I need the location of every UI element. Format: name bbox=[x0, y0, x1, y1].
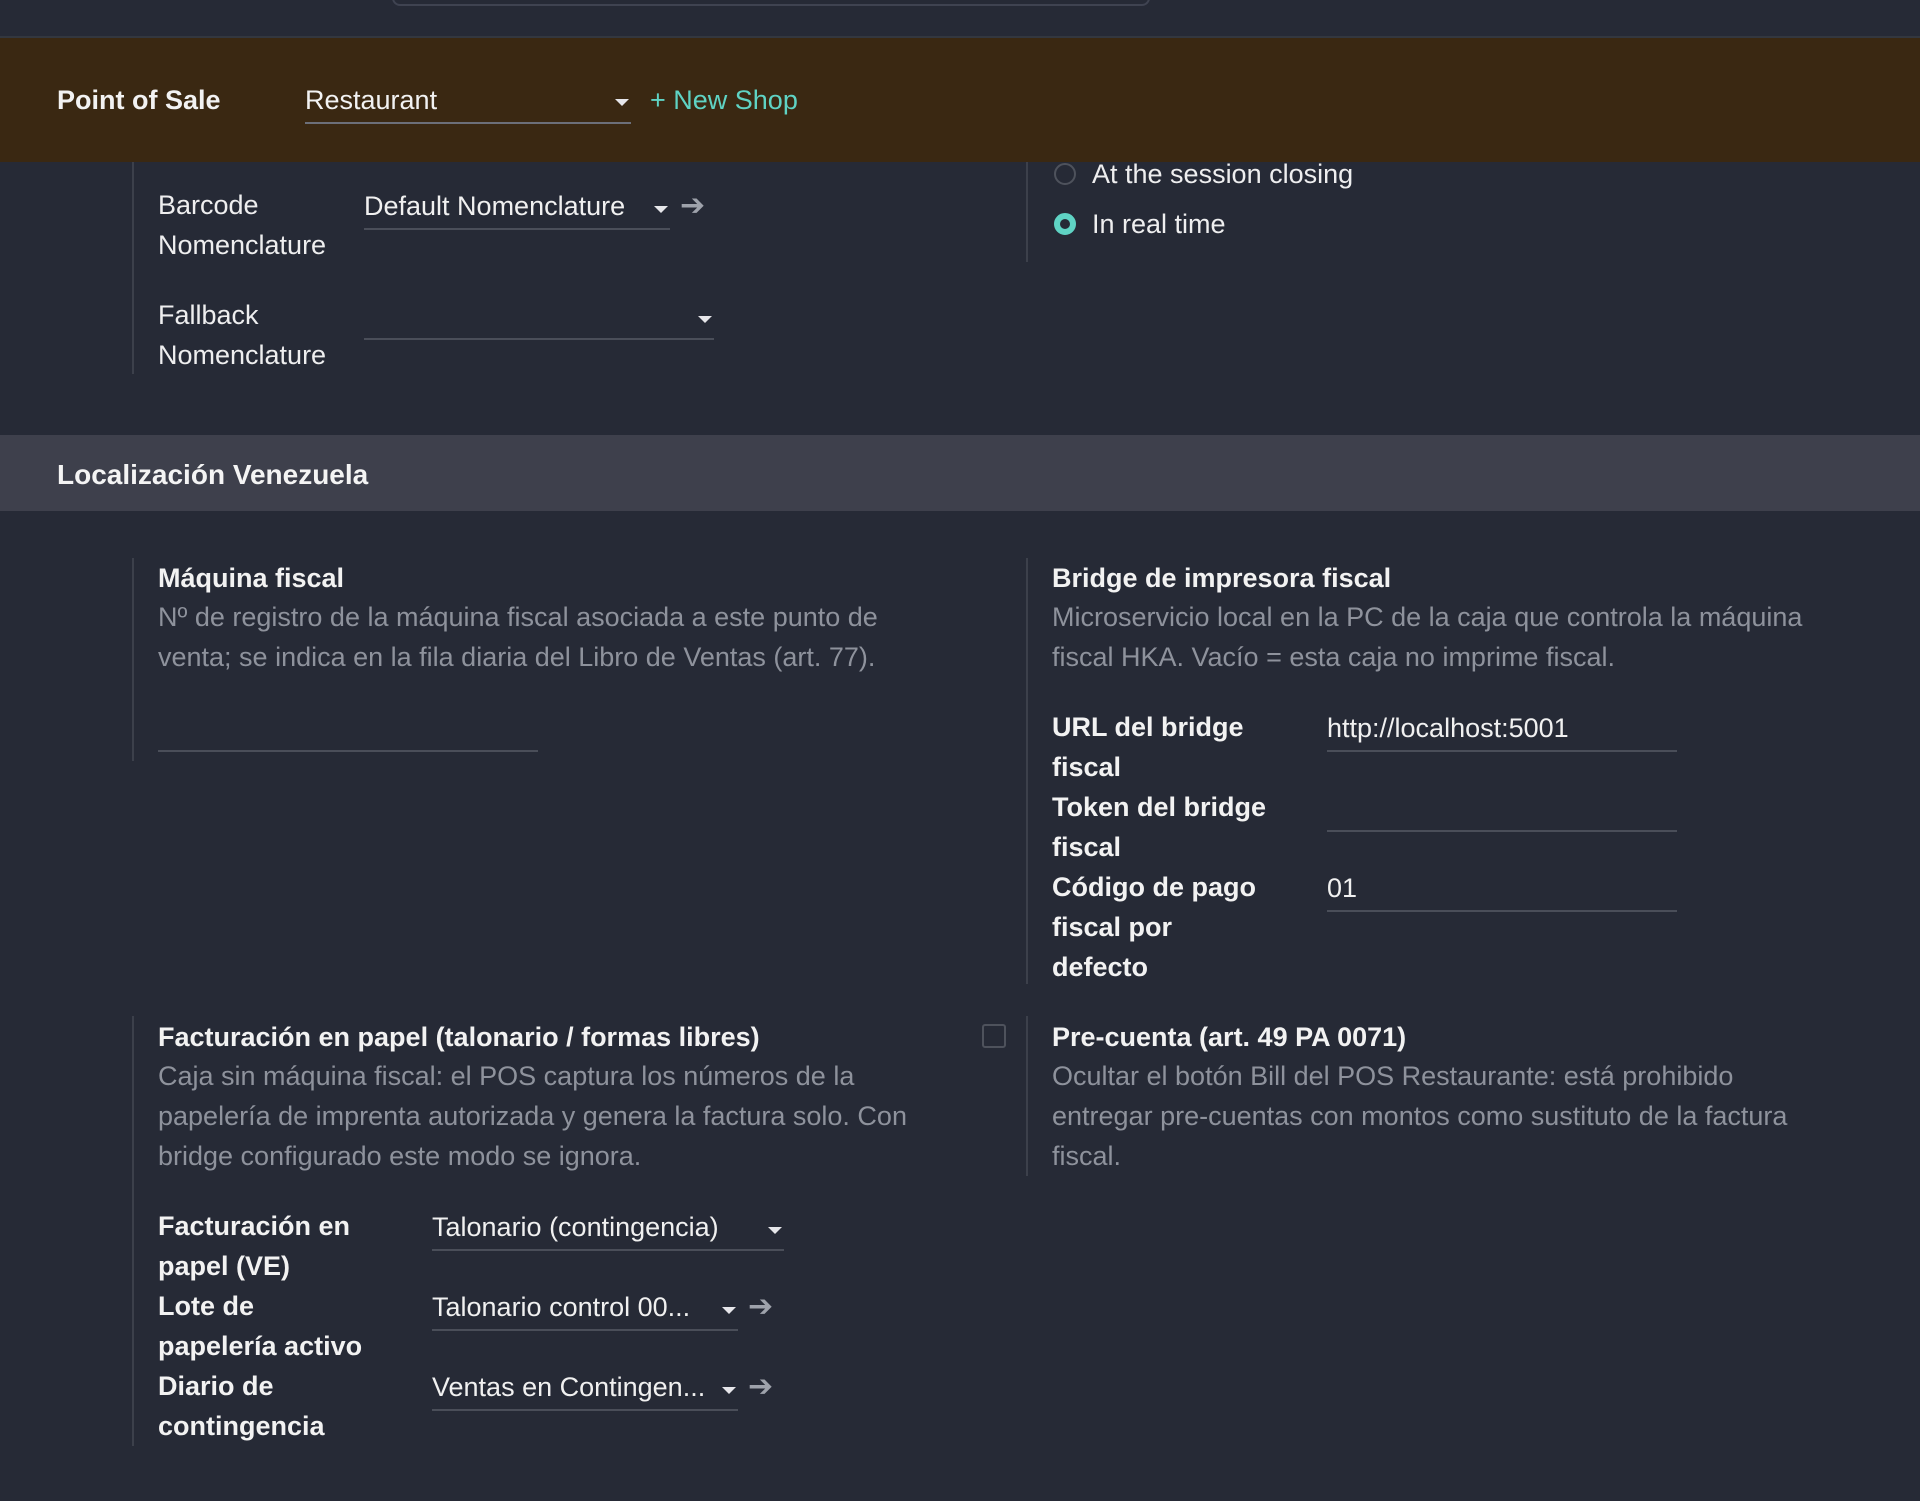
setting-divider bbox=[132, 162, 134, 374]
fact-papel-value: Talonario (contingencia) bbox=[432, 1212, 719, 1242]
bridge-token-input[interactable] bbox=[1327, 788, 1677, 832]
lote-value: Talonario control 00... bbox=[432, 1292, 691, 1322]
diario-label: Diario de bbox=[158, 1371, 274, 1401]
payment-code-label-2: fiscal por bbox=[1052, 912, 1173, 942]
bridge-token-label-2: fiscal bbox=[1052, 832, 1122, 862]
setting-divider bbox=[1026, 1016, 1028, 1176]
radio-session-closing-label: At the session closing bbox=[1092, 159, 1354, 189]
setting-divider bbox=[1026, 558, 1028, 984]
caret-down-icon bbox=[722, 1307, 736, 1314]
caret-down-icon bbox=[722, 1387, 736, 1394]
lote-label-2: papelería activo bbox=[158, 1331, 363, 1361]
precuenta-title: Pre-cuenta (art. 49 PA 0071) bbox=[1052, 1022, 1407, 1052]
fact-papel-label-2: papel (VE) bbox=[158, 1251, 291, 1281]
maquina-fiscal-input[interactable] bbox=[158, 708, 538, 752]
caret-down-icon bbox=[768, 1227, 782, 1234]
caret-down-icon bbox=[615, 99, 629, 106]
bridge-desc: Microservicio local en la PC de la caja … bbox=[1052, 602, 1803, 632]
precuenta-desc-3: fiscal. bbox=[1052, 1141, 1122, 1171]
setting-divider bbox=[132, 558, 134, 761]
caret-down-icon bbox=[698, 316, 712, 323]
radio-real-time-label: In real time bbox=[1092, 209, 1226, 239]
papel-desc-2: papelería de imprenta autorizada y gener… bbox=[158, 1101, 907, 1131]
payment-code-label: Código de pago bbox=[1052, 872, 1256, 902]
pos-header-bar bbox=[0, 38, 1920, 162]
arrow-right-icon[interactable]: ➔ bbox=[748, 1287, 773, 1327]
arrow-right-icon[interactable]: ➔ bbox=[680, 186, 705, 226]
lote-label: Lote de bbox=[158, 1291, 255, 1321]
setting-divider bbox=[1026, 162, 1028, 262]
shop-select[interactable]: Restaurant bbox=[305, 80, 631, 124]
barcode-nomenclature-value: Default Nomenclature bbox=[364, 191, 626, 221]
papel-desc-3: bridge configurado este modo se ignora. bbox=[158, 1141, 642, 1171]
bridge-url-label: URL del bridge bbox=[1052, 712, 1244, 742]
top-search-input-edge bbox=[392, 0, 1150, 6]
papel-desc: Caja sin máquina fiscal: el POS captura … bbox=[158, 1061, 855, 1091]
bridge-desc-2: fiscal HKA. Vacío = esta caja no imprime… bbox=[1052, 642, 1615, 672]
maquina-fiscal-desc-2: venta; se indica en la fila diaria del L… bbox=[158, 642, 876, 672]
caret-down-icon bbox=[654, 206, 668, 213]
diario-value: Ventas en Contingen... bbox=[432, 1372, 706, 1402]
fallback-nomenclature-select[interactable] bbox=[364, 296, 714, 340]
new-shop-button[interactable]: + New Shop bbox=[650, 80, 798, 120]
barcode-nomenclature-select[interactable]: Default Nomenclature bbox=[364, 186, 670, 230]
bridge-url-label-2: fiscal bbox=[1052, 752, 1122, 782]
maquina-fiscal-desc: Nº de registro de la máquina fiscal asoc… bbox=[158, 602, 878, 632]
diario-select[interactable]: Ventas en Contingen... bbox=[432, 1367, 738, 1411]
precuenta-desc-2: entregar pre-cuentas con montos como sus… bbox=[1052, 1101, 1788, 1131]
barcode-label: Barcode bbox=[158, 190, 259, 220]
diario-label-2: contingencia bbox=[158, 1411, 325, 1441]
papel-title: Facturación en papel (talonario / formas… bbox=[158, 1022, 760, 1052]
fact-papel-label: Facturación en bbox=[158, 1211, 351, 1241]
fallback-label: Fallback bbox=[158, 300, 259, 330]
fallback-label-2: Nomenclature bbox=[158, 340, 327, 370]
payment-code-label-3: defecto bbox=[1052, 952, 1149, 982]
page-title: Point of Sale bbox=[57, 85, 221, 115]
barcode-label-2: Nomenclature bbox=[158, 230, 327, 260]
payment-code-input[interactable]: 01 bbox=[1327, 868, 1677, 912]
fact-papel-select[interactable]: Talonario (contingencia) bbox=[432, 1207, 784, 1251]
bridge-url-input[interactable]: http://localhost:5001 bbox=[1327, 708, 1677, 752]
shop-select-value: Restaurant bbox=[305, 85, 438, 115]
radio-session-closing[interactable] bbox=[1054, 163, 1076, 185]
setting-divider bbox=[132, 1016, 134, 1446]
precuenta-checkbox[interactable] bbox=[982, 1024, 1006, 1048]
bridge-title: Bridge de impresora fiscal bbox=[1052, 563, 1392, 593]
section-title: Localización Venezuela bbox=[57, 459, 369, 490]
arrow-right-icon[interactable]: ➔ bbox=[748, 1367, 773, 1407]
lote-select[interactable]: Talonario control 00... bbox=[432, 1287, 738, 1331]
radio-real-time[interactable] bbox=[1054, 213, 1076, 235]
precuenta-desc: Ocultar el botón Bill del POS Restaurant… bbox=[1052, 1061, 1734, 1091]
maquina-fiscal-title: Máquina fiscal bbox=[158, 563, 345, 593]
bridge-token-label: Token del bridge bbox=[1052, 792, 1267, 822]
